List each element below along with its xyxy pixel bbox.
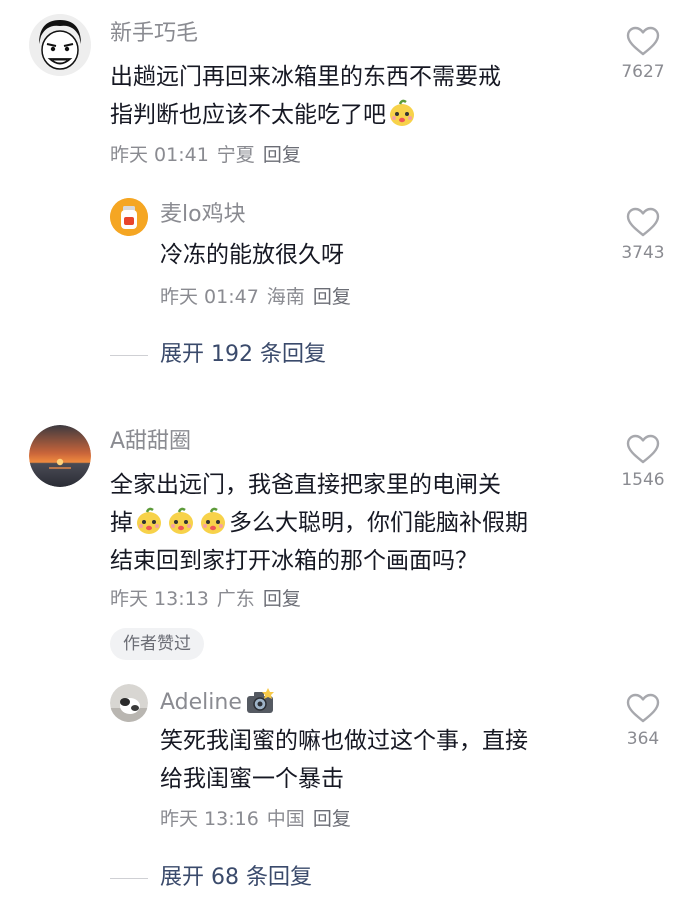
- like-button[interactable]: 7627: [608, 26, 678, 84]
- comment-text: 全家出远门，我爸直接把家里的电闸关 掉 多么大聪明，你们能脑补假期 结束回到家打开…: [110, 466, 590, 580]
- lemon-face-emoji-icon: [390, 99, 414, 126]
- comment-time: 昨天 13:13: [110, 588, 209, 610]
- comment-time: 昨天 01:41: [110, 144, 209, 166]
- reply-meta: 昨天 13:16 中国 回复: [160, 806, 359, 832]
- avatar[interactable]: [29, 14, 91, 76]
- sunset-sea-avatar-icon: [29, 425, 91, 487]
- comment-text-line: 指判断也应该不太能吃了吧: [110, 96, 590, 134]
- reply-meta: 昨天 01:47 海南 回复: [160, 284, 359, 310]
- like-button[interactable]: 3743: [608, 207, 678, 265]
- like-count: 7627: [621, 62, 665, 82]
- reply-location: 中国: [266, 808, 305, 830]
- avatar[interactable]: [110, 198, 148, 236]
- comment-text: 出趟远门再回来冰箱里的东西不需要戒 指判断也应该不太能吃了吧: [110, 58, 590, 134]
- comment-text-line: 全家出远门，我爸直接把家里的电闸关: [110, 472, 501, 498]
- lemon-face-emoji-icon: [201, 507, 225, 534]
- lemon-face-emoji-icon: [169, 507, 193, 534]
- heart-outline-icon: [626, 26, 660, 56]
- like-count: 3743: [621, 243, 665, 263]
- reply-username[interactable]: 麦lo鸡块: [160, 201, 246, 229]
- reply-time: 昨天 01:47: [160, 286, 259, 308]
- like-button[interactable]: 364: [608, 693, 678, 751]
- avatar[interactable]: [29, 425, 91, 487]
- reply-button[interactable]: 回复: [263, 588, 301, 610]
- divider: [110, 877, 148, 879]
- reply-button[interactable]: 回复: [263, 144, 301, 166]
- expand-replies-label[interactable]: 展开 68 条回复: [160, 863, 312, 893]
- like-count: 1546: [621, 470, 665, 490]
- expand-replies-button[interactable]: 展开 68 条回复: [110, 863, 312, 893]
- reply-username[interactable]: Adeline: [160, 687, 276, 717]
- reply-text: 笑死我闺蜜的嘛也做过这个事，直接 给我闺蜜一个暴击: [160, 722, 600, 798]
- like-count: 364: [626, 729, 660, 749]
- reply-text-line: 给我闺蜜一个暴击: [160, 766, 344, 792]
- reply-text-line: 笑死我闺蜜的嘛也做过这个事，直接: [160, 728, 528, 754]
- comment-text-fragment: 掉: [110, 510, 133, 536]
- comment-text-line: 出趟远门再回来冰箱里的东西不需要戒: [110, 64, 501, 90]
- like-button[interactable]: 1546: [608, 434, 678, 492]
- expand-replies-button[interactable]: 展开 192 条回复: [110, 340, 326, 370]
- cartoon-face-avatar-icon: [29, 14, 91, 76]
- comment-meta: 昨天 01:41 宁夏 回复: [110, 142, 309, 168]
- comment-text-line: 掉 多么大聪明，你们能脑补假期: [110, 504, 590, 542]
- comment-location: 宁夏: [216, 144, 255, 166]
- comment-location: 广东: [216, 588, 255, 610]
- cat-photo-avatar-icon: [110, 684, 148, 722]
- reply-button[interactable]: 回复: [313, 286, 351, 308]
- avatar[interactable]: [110, 684, 148, 722]
- heart-outline-icon: [626, 693, 660, 723]
- heart-outline-icon: [626, 207, 660, 237]
- lemon-face-emoji-icon: [137, 507, 161, 534]
- divider: [110, 354, 148, 356]
- camera-flash-emoji-icon: [246, 688, 274, 713]
- comment-meta: 昨天 13:13 广东 回复: [110, 586, 309, 612]
- milk-bottle-avatar-icon: [110, 198, 148, 236]
- comment-text-fragment: 多么大聪明，你们能脑补假期: [229, 510, 528, 536]
- comment-username[interactable]: A甜甜圈: [110, 428, 191, 456]
- reply-time: 昨天 13:16: [160, 808, 259, 830]
- reply-button[interactable]: 回复: [313, 808, 351, 830]
- reply-username-text: Adeline: [160, 690, 242, 715]
- reply-location: 海南: [266, 286, 305, 308]
- comment-text-fragment: 指判断也应该不太能吃了吧: [110, 102, 386, 128]
- reply-text: 冷冻的能放很久呀: [160, 236, 580, 274]
- author-liked-badge: 作者赞过: [110, 628, 204, 660]
- reply-text-line: 冷冻的能放很久呀: [160, 242, 344, 268]
- expand-replies-label[interactable]: 展开 192 条回复: [160, 340, 326, 370]
- comment-username[interactable]: 新手巧毛: [110, 20, 198, 48]
- comment-text-line: 结束回到家打开冰箱的那个画面吗？: [110, 548, 478, 574]
- heart-outline-icon: [626, 434, 660, 464]
